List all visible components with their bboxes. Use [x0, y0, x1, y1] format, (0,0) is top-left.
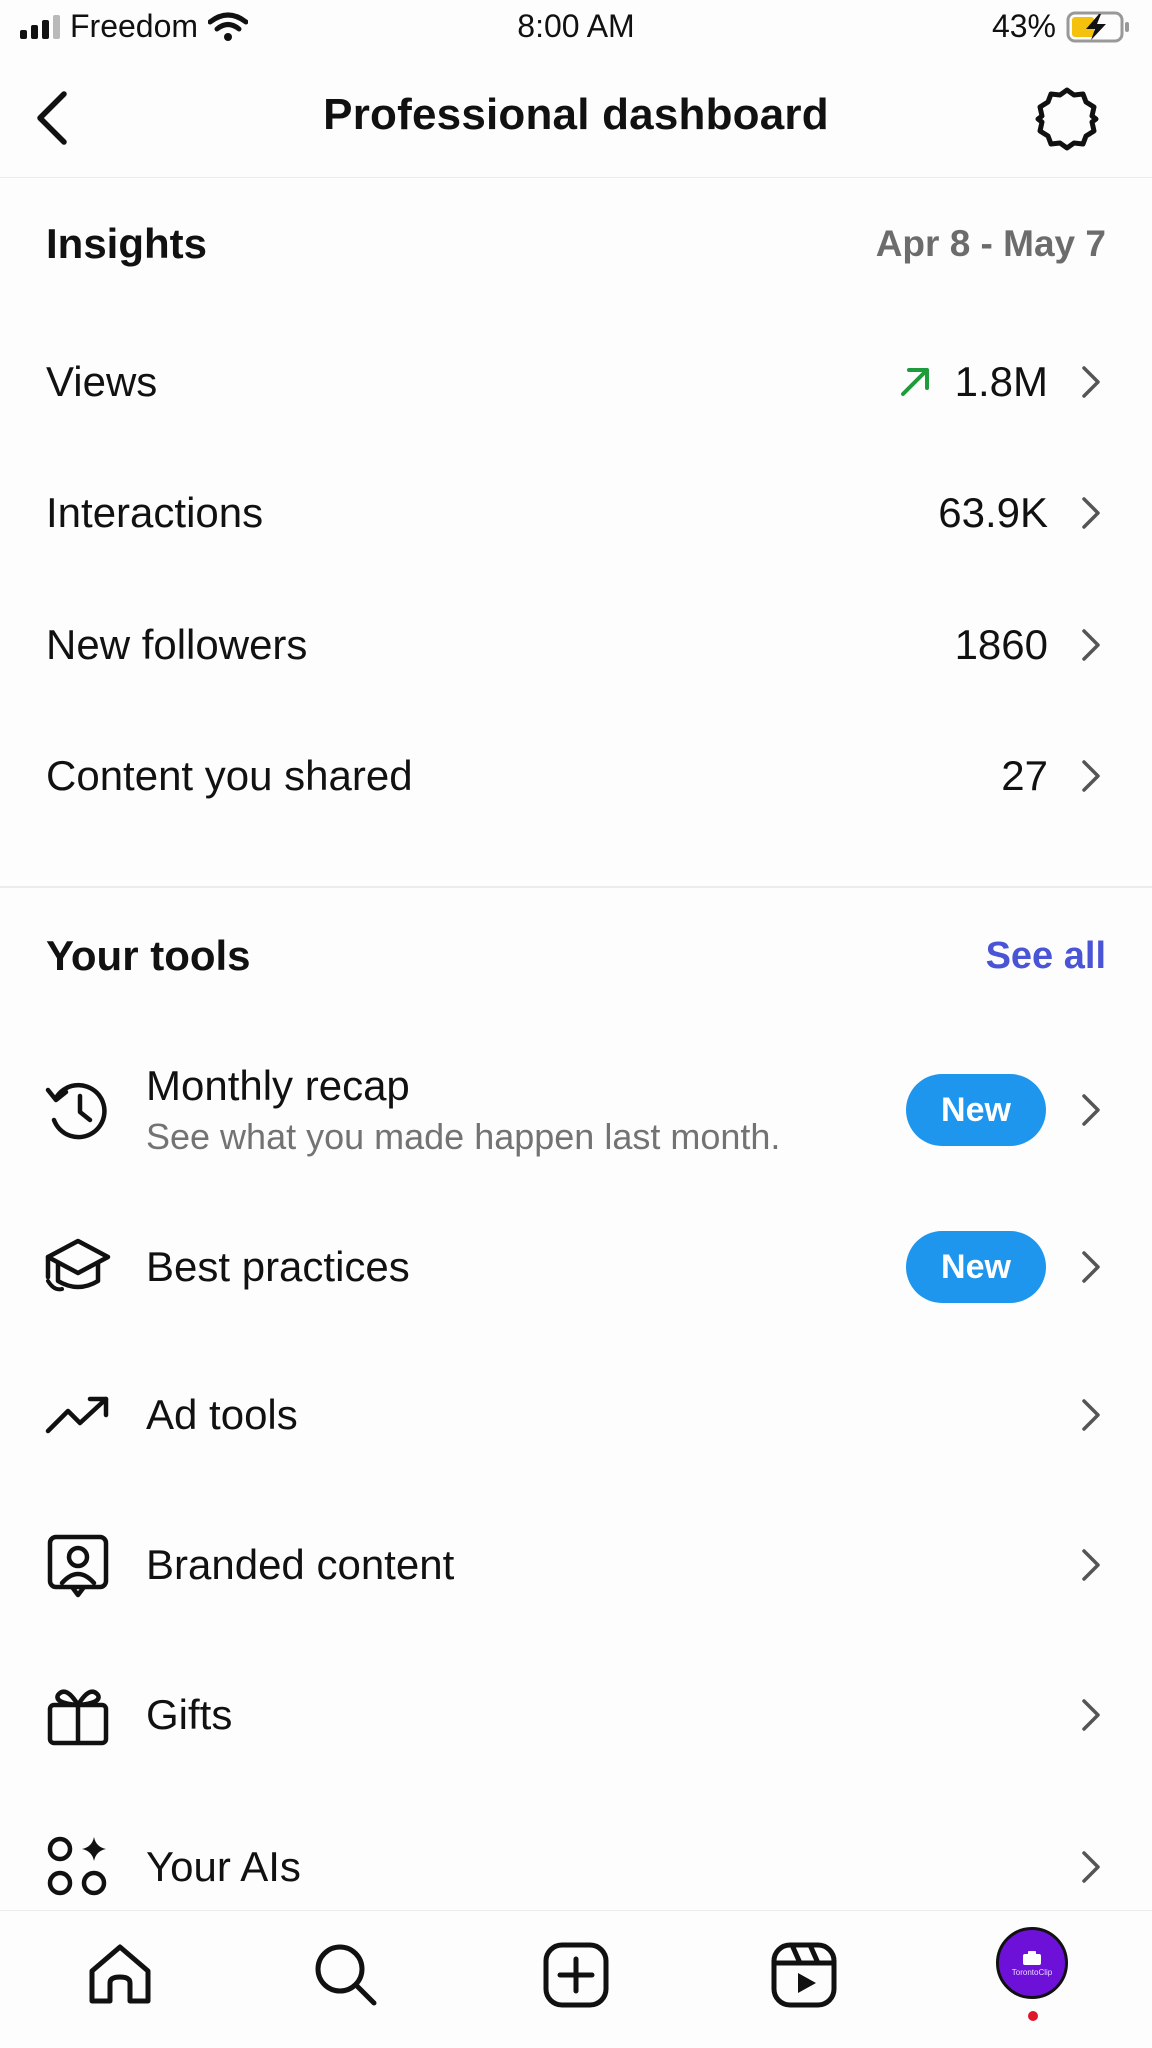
tool-branded-content[interactable]: Branded content	[0, 1510, 1152, 1620]
metric-row-content-shared[interactable]: Content you shared 27	[0, 716, 1152, 836]
notification-dot	[1028, 2011, 1038, 2021]
insights-title: Insights	[46, 220, 208, 267]
chevron-right-icon	[1082, 1094, 1100, 1126]
tools-title: Your tools	[46, 932, 251, 979]
branded-content-icon	[47, 1534, 109, 1598]
date-range[interactable]: Apr 8 - May 7	[876, 223, 1106, 265]
chevron-right-icon	[1082, 1699, 1100, 1731]
metric-row-new-followers[interactable]: New followers 1860	[0, 585, 1152, 705]
metric-label: Views	[46, 358, 158, 405]
metric-label: New followers	[46, 621, 308, 668]
metric-row-views[interactable]: Views 1.8M	[0, 322, 1152, 442]
gear-icon[interactable]	[1034, 86, 1100, 152]
tool-ad-tools[interactable]: Ad tools	[0, 1360, 1152, 1470]
tool-gifts[interactable]: Gifts	[0, 1660, 1152, 1770]
chevron-right-icon	[1082, 1399, 1100, 1431]
clock: 8:00 AM	[517, 8, 635, 44]
metric-value: 1.8M	[954, 358, 1048, 405]
battery-percent: 43%	[991, 8, 1056, 44]
tool-label: Monthly recap	[146, 1062, 410, 1109]
see-all-link[interactable]: See all	[986, 935, 1106, 978]
reels-icon[interactable]	[768, 1939, 840, 2011]
trending-up-icon	[45, 1396, 109, 1434]
section-divider	[0, 886, 1152, 888]
metric-label: Interactions	[46, 489, 264, 536]
chevron-right-icon	[1082, 1851, 1100, 1883]
tool-label: Ad tools	[146, 1391, 298, 1438]
search-icon[interactable]	[310, 1939, 382, 2011]
graduation-cap-icon	[45, 1238, 111, 1292]
bottom-nav: TorontoClip	[0, 1910, 1152, 2048]
status-bar: Freedom 8:00 AM 43%	[0, 0, 1152, 58]
new-badge: New	[906, 1074, 1046, 1146]
chevron-right-icon	[1082, 366, 1100, 398]
insights-header: Insights Apr 8 - May 7	[46, 220, 1106, 268]
chevron-right-icon	[1082, 1549, 1100, 1581]
tools-header: Your tools See all	[46, 932, 1106, 980]
tool-label: Best practices	[146, 1243, 410, 1290]
avatar-text: TorontoClip	[1011, 1967, 1053, 1977]
metric-value: 27	[1001, 752, 1048, 799]
chevron-right-icon	[1082, 497, 1100, 529]
header: Professional dashboard	[0, 60, 1152, 178]
metric-label: Content you shared	[46, 752, 413, 799]
tool-label: Your AIs	[146, 1843, 301, 1890]
tool-label: Branded content	[146, 1541, 455, 1588]
gift-icon	[47, 1689, 109, 1746]
tool-monthly-recap[interactable]: Monthly recap See what you made happen l…	[0, 1055, 1152, 1165]
metric-row-interactions[interactable]: Interactions 63.9K	[0, 453, 1152, 573]
tool-label: Gifts	[146, 1691, 233, 1738]
chevron-right-icon	[1082, 760, 1100, 792]
new-badge: New	[906, 1231, 1046, 1303]
tool-subtitle: See what you made happen last month.	[146, 1116, 781, 1157]
chevron-right-icon	[1082, 629, 1100, 661]
tool-best-practices[interactable]: Best practices New	[0, 1212, 1152, 1322]
chevron-right-icon	[1082, 1251, 1100, 1283]
home-icon[interactable]	[84, 1939, 156, 2011]
create-icon[interactable]	[540, 1939, 612, 2011]
up-arrow-icon	[900, 368, 929, 396]
tool-your-ais[interactable]: Your AIs	[0, 1812, 1152, 1922]
camera-icon	[1023, 1950, 1041, 1965]
page-title: Professional dashboard	[323, 90, 829, 139]
battery-charging-icon	[1066, 11, 1129, 42]
history-clock-icon	[45, 1082, 107, 1140]
metric-value: 63.9K	[938, 489, 1048, 536]
profile-avatar[interactable]: TorontoClip	[996, 1927, 1068, 1999]
ai-circles-icon	[47, 1836, 107, 1896]
metric-value: 1860	[954, 621, 1048, 668]
